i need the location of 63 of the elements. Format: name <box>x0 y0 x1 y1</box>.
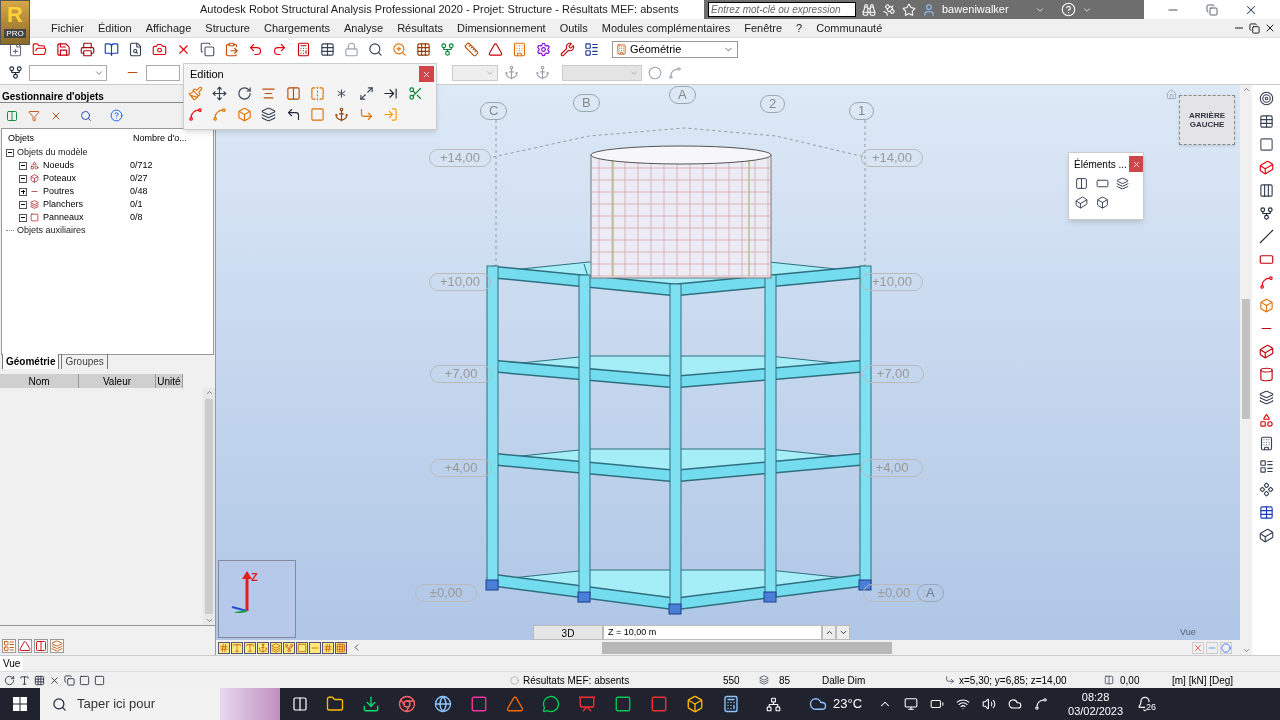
units-label: [m] [kN] [Deg] <box>1172 673 1234 688</box>
search-field[interactable]: Entrez mot-clé ou expression <box>708 2 856 17</box>
status-message: Résultats MEF: absents <box>523 673 631 688</box>
tree-item[interactable]: Poteaux <box>43 171 130 186</box>
user-name[interactable]: baweniwalker <box>942 1 1009 18</box>
menu-item[interactable]: Modules complémentaires <box>594 19 738 37</box>
temperature[interactable]: 23°C <box>833 694 863 714</box>
tree-item[interactable]: Objets auxiliaires <box>17 223 86 238</box>
dropdown-value: Géométrie <box>630 42 682 58</box>
column-header: Unité <box>156 374 183 388</box>
tree-item[interactable]: Noeuds <box>43 158 130 173</box>
palette-title: Edition <box>190 66 224 82</box>
viewport-canvas[interactable]: C B A 2 1 +14,00 +14,00 +10,00 +10,00 +7,00 +7,00 +4,00 +4,00 ±0,00 ±0,00 A ARRIÈRE GAUCHE Éléments ... Z 3D Z = 10,00 m Vue <box>216 85 1240 640</box>
count-cell-text: 0/8 <box>130 210 143 224</box>
menu-item[interactable]: ? <box>789 19 810 37</box>
tree-item[interactable]: Panneaux <box>43 210 130 225</box>
tree-item[interactable]: Objets du modèle <box>17 145 88 160</box>
taskbar-search[interactable]: Taper ici pour <box>40 688 280 720</box>
menu-item[interactable]: Résultats <box>390 19 450 37</box>
menu-item[interactable]: Édition <box>91 19 139 37</box>
column-header: Nom <box>0 374 79 388</box>
notification-count: 26 <box>1145 702 1158 712</box>
plane-field[interactable]: Z = 10,00 m <box>603 625 822 640</box>
column-header: Valeur <box>79 374 156 388</box>
column-header: Objets <box>7 132 35 146</box>
palette-title: Éléments ... <box>1074 157 1127 172</box>
menu-item[interactable]: Chargements <box>256 19 337 37</box>
node-count: 550 <box>723 673 741 688</box>
bar-count: 85 <box>779 673 792 688</box>
menu-item[interactable]: Analyse <box>337 19 391 37</box>
count-cell-text: 0/48 <box>130 184 148 198</box>
panel-title: Gestionnaire d'objets <box>2 91 104 102</box>
tree-item[interactable]: Poutres <box>43 184 130 199</box>
axis-label: Z <box>251 570 258 585</box>
logo-letter: R <box>7 3 23 27</box>
menu-item[interactable]: Dimensionnement <box>450 19 553 37</box>
menu-item[interactable]: Outils <box>552 19 595 37</box>
clock-date[interactable]: 03/02/2023 <box>1068 704 1124 718</box>
mini-view-label: Vue <box>1180 626 1196 639</box>
app-logo[interactable]: R PRO <box>0 0 30 45</box>
column-header: Nombre d'o... <box>132 132 187 146</box>
view-cube-label: ARRIÈRE GAUCHE <box>1188 111 1226 129</box>
cursor-coordinates: x=5,30; y=6,85; z=14,00 <box>959 673 1068 688</box>
panel-tab[interactable]: Géométrie <box>2 354 60 369</box>
view-mode-button[interactable]: 3D <box>533 625 603 640</box>
menu-item[interactable]: Fenêtre <box>737 19 790 37</box>
menu-item[interactable]: Communauté <box>809 19 890 37</box>
view-tab[interactable]: Vue <box>0 656 24 671</box>
menu-item[interactable]: Structure <box>198 19 257 37</box>
count-cell-text: 0/712 <box>130 158 153 172</box>
layout-dropdown[interactable]: Géométrie <box>612 41 738 58</box>
tree-item[interactable]: Planchers <box>43 197 130 212</box>
clock-time[interactable]: 08:28 <box>1081 690 1110 704</box>
menu-item[interactable]: Fichier <box>44 19 91 37</box>
count-cell-text: 0/27 <box>130 171 148 185</box>
section-name: Dalle Dim <box>822 673 867 688</box>
count-cell-text: 0/1 <box>130 197 143 211</box>
window-title: Autodesk Robot Structural Analysis Professional 2020 - Projet: Structure - Résultats MEF: absents <box>200 2 679 18</box>
logo-edition: PRO <box>4 29 26 38</box>
panel-tab[interactable]: Groupes <box>61 354 108 369</box>
offset-value: 0,00 <box>1120 673 1141 688</box>
view-cube[interactable]: ARRIÈRE GAUCHE <box>1179 95 1235 145</box>
menu-item[interactable]: Affichage <box>138 19 199 37</box>
